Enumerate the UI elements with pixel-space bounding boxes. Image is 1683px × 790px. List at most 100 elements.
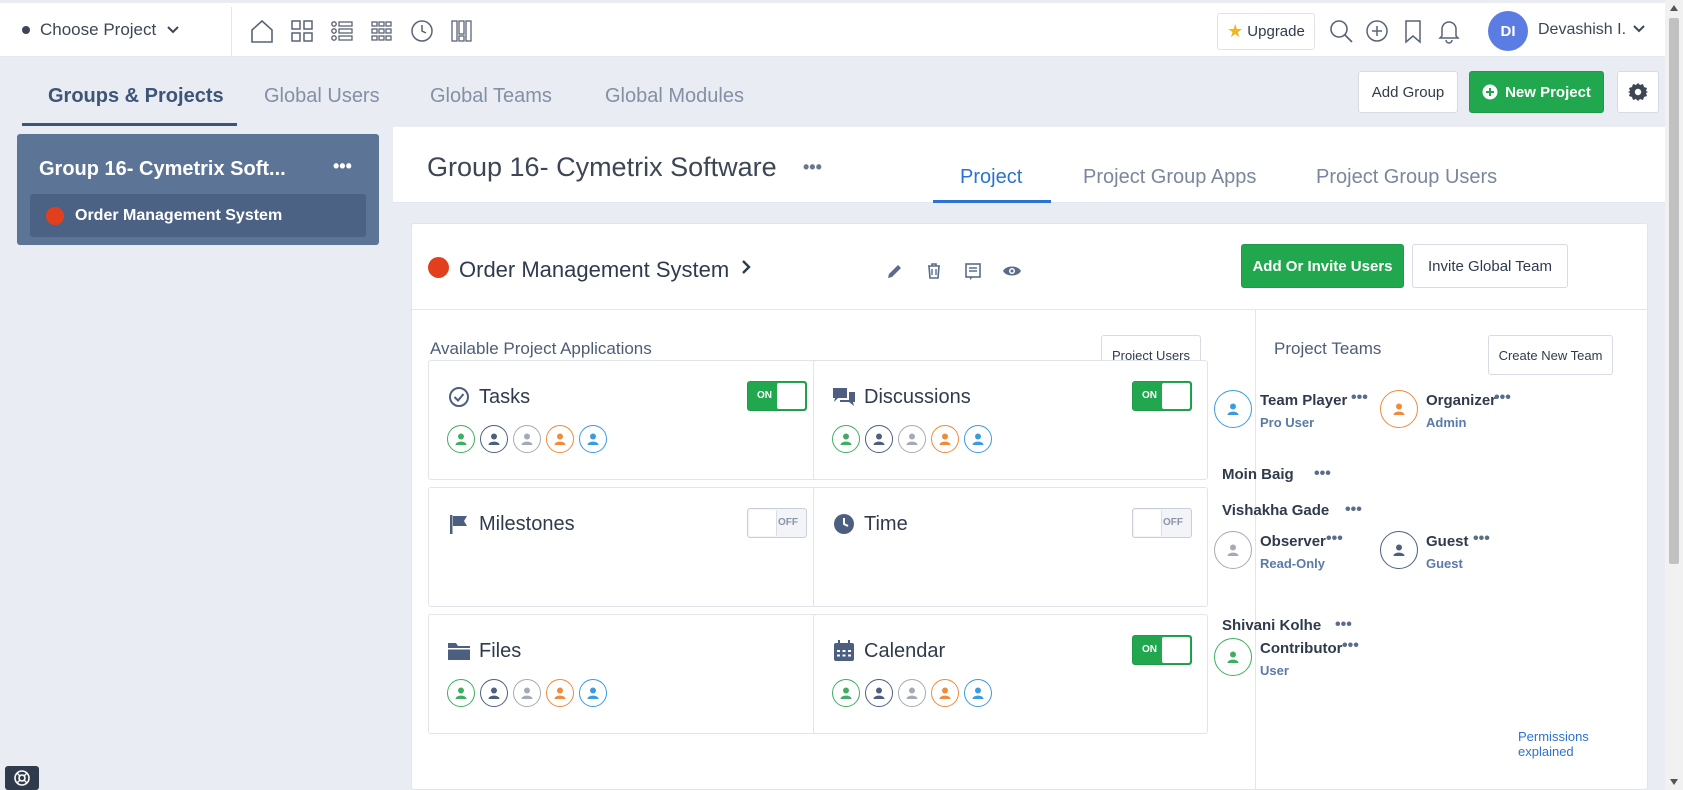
app-card-files[interactable]: Files	[428, 614, 823, 734]
user-name[interactable]: Devashish I.	[1538, 21, 1626, 39]
tab-project-group-apps[interactable]: Project Group Apps	[1083, 166, 1256, 189]
team-more-icon[interactable]: •••	[1342, 637, 1359, 655]
team-more-icon[interactable]: •••	[1326, 530, 1343, 548]
toggle-knob	[1162, 383, 1190, 409]
app-toggle[interactable]: OFF	[747, 508, 807, 538]
tab-project-group-users[interactable]: Project Group Users	[1316, 166, 1497, 189]
invite-global-team-button[interactable]: Invite Global Team	[1412, 244, 1568, 288]
board-icon[interactable]	[448, 17, 476, 45]
eye-icon[interactable]	[1001, 260, 1023, 282]
member-avatar-icon[interactable]	[964, 679, 992, 707]
member-avatar-icon[interactable]	[964, 425, 992, 453]
app-members	[832, 425, 992, 453]
notes-icon[interactable]	[962, 260, 984, 282]
app-card-time[interactable]: Time OFF	[813, 487, 1208, 607]
member-avatar-icon[interactable]	[832, 679, 860, 707]
add-icon[interactable]	[1364, 17, 1390, 45]
tab-project[interactable]: Project	[960, 166, 1022, 189]
chevron-right-icon[interactable]	[740, 259, 752, 275]
team-member[interactable]: Shivani Kolhe •••	[1222, 616, 1352, 634]
toggle-knob	[1134, 510, 1162, 536]
clock-icon	[832, 512, 856, 536]
member-avatar-icon[interactable]	[513, 425, 541, 453]
member-avatar-icon[interactable]	[832, 425, 860, 453]
project-color-dot	[46, 206, 64, 225]
sidebar-item-order-management[interactable]: Order Management System	[30, 194, 366, 237]
project-name[interactable]: Order Management System	[459, 257, 729, 283]
sidebar-item-label: Order Management System	[75, 206, 283, 224]
chevron-down-icon	[167, 26, 179, 34]
member-avatar-icon[interactable]	[579, 425, 607, 453]
app-card-tasks[interactable]: Tasks ON	[428, 360, 823, 480]
toggle-knob	[749, 510, 777, 536]
member-avatar-icon[interactable]	[931, 425, 959, 453]
member-avatar-icon[interactable]	[513, 679, 541, 707]
app-toggle[interactable]: ON	[1132, 381, 1192, 411]
member-more-icon[interactable]: •••	[1345, 501, 1362, 519]
user-avatar[interactable]: DI	[1488, 11, 1528, 51]
create-team-button[interactable]: Create New Team	[1488, 335, 1613, 375]
team-more-icon[interactable]: •••	[1351, 389, 1368, 407]
chevron-down-icon[interactable]	[1632, 23, 1646, 35]
scroll-up-arrow[interactable]	[1670, 5, 1678, 11]
tab-global-modules[interactable]: Global Modules	[605, 85, 744, 108]
trash-icon[interactable]	[923, 260, 945, 282]
member-avatar-icon[interactable]	[579, 679, 607, 707]
settings-button[interactable]	[1617, 71, 1659, 113]
more-icon[interactable]: •••	[803, 157, 822, 178]
member-avatar-icon[interactable]	[865, 679, 893, 707]
member-avatar-icon[interactable]	[898, 679, 926, 707]
app-toggle[interactable]: ON	[747, 381, 807, 411]
edit-icon[interactable]	[884, 260, 906, 282]
add-invite-users-button[interactable]: Add Or Invite Users	[1241, 244, 1404, 288]
app-card-discussions[interactable]: Discussions ON	[813, 360, 1208, 480]
team-member[interactable]: Moin Baig •••	[1222, 465, 1331, 483]
dashboard-icon[interactable]	[288, 17, 316, 45]
bookmark-icon[interactable]	[1400, 17, 1426, 45]
grid-icon[interactable]	[368, 17, 396, 45]
member-avatar-icon[interactable]	[865, 425, 893, 453]
member-more-icon[interactable]: •••	[1314, 465, 1331, 483]
app-toggle[interactable]: ON	[1132, 635, 1192, 665]
member-avatar-icon[interactable]	[447, 425, 475, 453]
scroll-down-arrow[interactable]	[1670, 779, 1678, 785]
group-title[interactable]: Group 16- Cymetrix Soft...	[39, 158, 286, 181]
permissions-link[interactable]: Permissions explained	[1518, 729, 1647, 759]
member-avatar-icon[interactable]	[546, 425, 574, 453]
team-more-icon[interactable]: •••	[1473, 530, 1490, 548]
member-avatar-icon[interactable]	[480, 425, 508, 453]
list-icon[interactable]	[328, 17, 356, 45]
home-icon[interactable]	[248, 17, 276, 45]
member-avatar-icon[interactable]	[447, 679, 475, 707]
clock-icon[interactable]	[408, 17, 436, 45]
member-avatar-icon[interactable]	[546, 679, 574, 707]
member-more-icon[interactable]: •••	[1335, 616, 1352, 634]
upgrade-label: Upgrade	[1247, 23, 1305, 40]
app-card-milestones[interactable]: Milestones OFF	[428, 487, 823, 607]
tab-global-teams[interactable]: Global Teams	[430, 85, 552, 108]
team-name: Guest	[1426, 533, 1469, 550]
team-member[interactable]: Vishakha Gade •••	[1222, 501, 1362, 519]
team-more-icon[interactable]: •••	[1494, 389, 1511, 407]
gear-icon	[1628, 83, 1648, 101]
group-more-icon[interactable]: •••	[333, 156, 352, 177]
choose-project-dropdown[interactable]: Choose Project	[22, 3, 180, 57]
tab-global-users[interactable]: Global Users	[264, 85, 380, 108]
app-card-calendar[interactable]: Calendar ON	[813, 614, 1208, 734]
chat-icon	[832, 385, 856, 409]
upgrade-button[interactable]: ★ Upgrade	[1217, 13, 1315, 50]
member-avatar-icon[interactable]	[931, 679, 959, 707]
member-avatar-icon[interactable]	[480, 679, 508, 707]
app-name: Files	[479, 640, 522, 662]
app-toggle[interactable]: OFF	[1132, 508, 1192, 538]
search-icon[interactable]	[1328, 17, 1354, 45]
bell-icon[interactable]	[1436, 17, 1462, 45]
member-avatar-icon[interactable]	[898, 425, 926, 453]
project-card: Order Management System Add Or Invite Us…	[411, 223, 1649, 790]
help-button[interactable]	[5, 766, 39, 790]
page-scrollbar[interactable]	[1665, 0, 1683, 790]
new-project-button[interactable]: New Project	[1469, 71, 1604, 113]
tab-groups-projects[interactable]: Groups & Projects	[48, 85, 224, 108]
scroll-thumb[interactable]	[1669, 18, 1679, 564]
add-group-button[interactable]: Add Group	[1358, 71, 1458, 113]
